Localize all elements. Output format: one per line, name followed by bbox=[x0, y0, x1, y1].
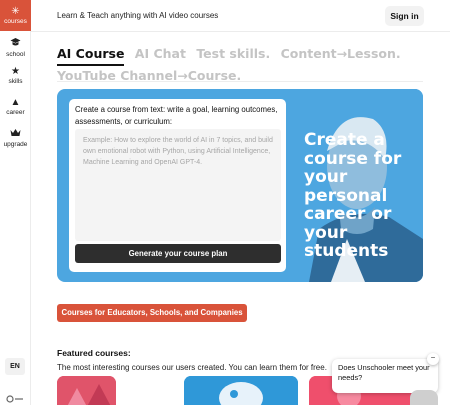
graduation-cap-icon bbox=[0, 37, 31, 50]
triangle-up-icon: ▲ bbox=[10, 97, 21, 108]
course-card-image bbox=[184, 376, 298, 405]
signin-button[interactable]: Sign in bbox=[385, 6, 424, 26]
language-selector[interactable]: EN bbox=[5, 358, 25, 375]
course-prompt-card: Create a course from text: write a goal,… bbox=[69, 99, 286, 272]
sidebar-item-label: upgrade bbox=[3, 141, 28, 148]
sidebar-item-label: skills bbox=[8, 78, 23, 85]
tab-test-skills[interactable]: Test skills. bbox=[196, 44, 270, 64]
hero-banner: Create a course for your personal career… bbox=[57, 89, 423, 282]
tab-content-lesson[interactable]: Content→Lesson. bbox=[281, 44, 401, 64]
sidebar-item-upgrade[interactable]: upgrade bbox=[0, 128, 31, 148]
chat-launcher[interactable] bbox=[410, 390, 438, 405]
crown-icon bbox=[0, 128, 31, 140]
sidebar-item-courses[interactable]: ✳ courses bbox=[0, 0, 31, 31]
course-prompt-input[interactable]: Example: How to explore the world of AI … bbox=[75, 129, 281, 241]
educators-courses-button[interactable]: Courses for Educators, Schools, and Comp… bbox=[57, 304, 247, 322]
app-root: ✳ courses school ★ skills ▲ career upgra… bbox=[0, 0, 450, 405]
tab-youtube-course[interactable]: YouTube Channel→Course. bbox=[57, 66, 241, 86]
tab-ai-course[interactable]: AI Course bbox=[57, 44, 125, 66]
tab-ai-chat[interactable]: AI Chat bbox=[135, 44, 186, 64]
top-bar: Learn & Teach anything with AI video cou… bbox=[31, 0, 450, 32]
site-tagline: Learn & Teach anything with AI video cou… bbox=[57, 11, 219, 20]
sidebar: ✳ courses school ★ skills ▲ career upgra… bbox=[0, 0, 31, 405]
chat-prompt-bubble[interactable]: Does Unschooler meet your needs? bbox=[332, 359, 438, 393]
sidebar-item-label: school bbox=[6, 51, 25, 58]
sidebar-item-label: career bbox=[6, 109, 25, 116]
course-card[interactable] bbox=[184, 376, 298, 405]
star-icon: ★ bbox=[11, 66, 20, 77]
mode-tabs: AI Course AI Chat Test skills. Content→L… bbox=[57, 44, 437, 86]
sidebar-item-label: courses bbox=[4, 18, 27, 25]
featured-courses-subtitle: The most interesting courses our users c… bbox=[57, 363, 327, 372]
minus-icon[interactable]: − bbox=[427, 353, 439, 365]
course-card-image bbox=[57, 376, 116, 405]
course-prompt-label: Create a course from text: write a goal,… bbox=[75, 105, 278, 126]
course-card[interactable] bbox=[57, 376, 116, 405]
settings-icon[interactable] bbox=[4, 392, 26, 404]
sidebar-item-school[interactable]: school bbox=[0, 37, 31, 58]
tabs-divider bbox=[57, 81, 423, 82]
hero-headline: Create a course for your personal career… bbox=[304, 130, 402, 261]
sidebar-item-career[interactable]: ▲ career bbox=[0, 97, 31, 116]
generate-course-plan-button[interactable]: Generate your course plan bbox=[75, 244, 281, 263]
featured-courses-title: Featured courses: bbox=[57, 348, 131, 358]
sidebar-item-skills[interactable]: ★ skills bbox=[0, 66, 31, 85]
sparkle-icon: ✳ bbox=[11, 6, 20, 17]
